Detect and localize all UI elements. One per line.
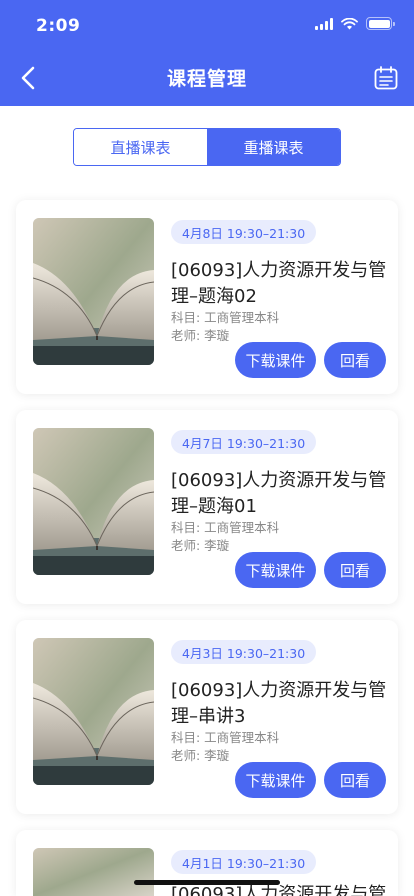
course-thumbnail [33,638,154,785]
nav-bar: 课程管理 [0,50,414,106]
course-card[interactable]: 4月3日 19:30–21:30 [06093]人力资源开发与管理–串讲3 科目… [16,620,398,814]
course-teacher: 老师: 李璇 [171,538,230,553]
course-thumbnail [33,428,154,575]
home-indicator [134,880,280,885]
battery-icon [366,17,395,30]
course-title: [06093]人力资源开发与管理–串讲3 [171,680,387,727]
download-courseware-button[interactable]: 下载课件 [235,762,316,798]
replay-button[interactable]: 回看 [324,552,386,588]
course-card[interactable]: 4月8日 19:30–21:30 [06093]人力资源开发与管理–题海02 科… [16,200,398,394]
status-time: 2:09 [36,16,81,36]
course-teacher: 老师: 李璇 [171,748,230,763]
status-icons [315,17,395,30]
wifi-icon [341,17,358,29]
course-title: [06093]人力资源开发与管理–题海01 [171,470,387,517]
app-header: 2:09 课程管理 [0,0,414,106]
page-title: 课程管理 [166,68,247,90]
course-thumbnail [33,848,154,896]
course-subject: 科目: 工商管理本科 [171,730,280,745]
status-bar: 2:09 [0,0,414,50]
course-subject: 科目: 工商管理本科 [171,520,280,535]
replay-button[interactable]: 回看 [324,762,386,798]
schedule-tabs: 直播课表 重播课表 [73,128,341,166]
course-subject: 科目: 工商管理本科 [171,310,280,325]
tab-replay-schedule[interactable]: 重播课表 [207,129,340,165]
replay-button[interactable]: 回看 [324,342,386,378]
course-thumbnail [33,218,154,365]
download-courseware-button[interactable]: 下载课件 [235,552,316,588]
course-card[interactable]: 4月1日 19:30–21:30 [06093]人力资源开发与管 [16,830,398,896]
tab-live-schedule[interactable]: 直播课表 [74,129,207,165]
calendar-icon [374,66,398,90]
course-teacher: 老师: 李璇 [171,328,230,343]
course-card[interactable]: 4月7日 19:30–21:30 [06093]人力资源开发与管理–题海01 科… [16,410,398,604]
course-time-badge: 4月3日 19:30–21:30 [171,640,317,664]
download-courseware-button[interactable]: 下载课件 [235,342,316,378]
course-time-badge: 4月8日 19:30–21:30 [171,220,317,244]
calendar-button[interactable] [372,64,400,92]
signal-icon [315,17,333,30]
course-title: [06093]人力资源开发与管理–题海02 [171,260,387,307]
course-time-badge: 4月7日 19:30–21:30 [171,430,317,454]
course-time-badge: 4月1日 19:30–21:30 [171,850,317,874]
